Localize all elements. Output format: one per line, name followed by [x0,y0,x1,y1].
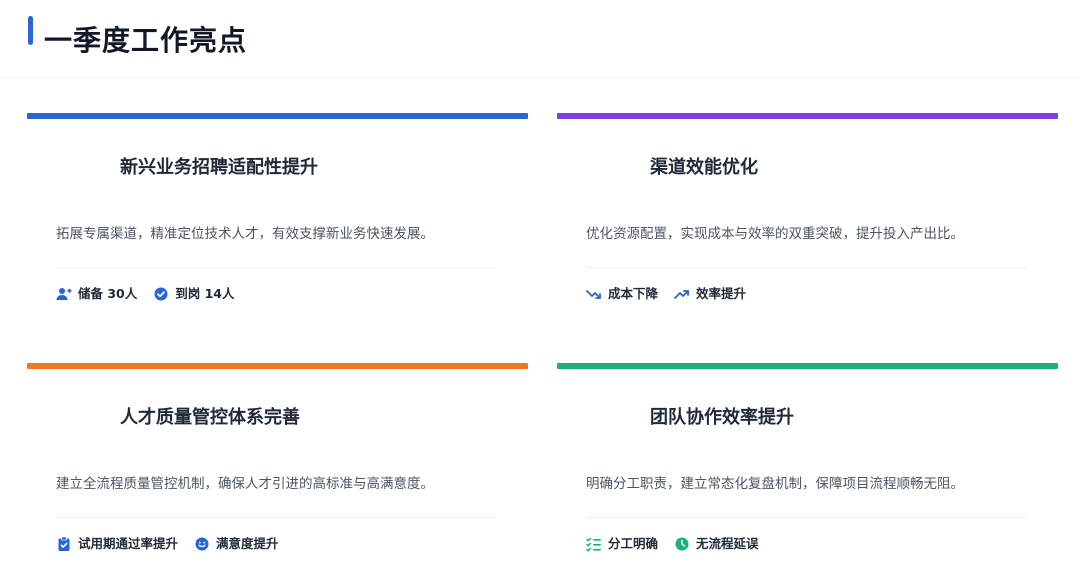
tag-label: 无流程延误 [696,536,759,551]
tag-label: 试用期通过率提升 [78,536,179,551]
page-header: 一季度工作亮点 [0,0,1080,78]
title-accent-bar [28,16,33,45]
card-divider [586,517,1026,518]
card-description: 明确分工职责，建立常态化复盘机制，保障项目流程顺畅无阻。 [586,476,964,492]
tag-efficiency-up: 效率提升 [674,285,746,303]
trending-up-icon [674,286,690,302]
tag-label: 效率提升 [696,286,747,301]
tag-onboard: 到岗 14人 [153,285,235,303]
card-description: 建立全流程质量管控机制，确保人才引进的高标准与高满意度。 [56,476,434,492]
smile-face-icon [194,536,210,552]
highlight-card-quality: 人才质量管控体系完善 建立全流程质量管控机制，确保人才引进的高标准与高满意度。 … [27,363,528,574]
clock-icon [674,536,690,552]
card-accent-bar [27,363,528,369]
page-title: 一季度工作亮点 [44,24,248,57]
user-add-icon [56,286,72,302]
card-accent-bar [557,113,1058,119]
card-tags: 分工明确 无流程延误 [586,535,775,553]
card-divider [56,517,496,518]
card-description: 优化资源配置，实现成本与效率的双重突破，提升投入产出比。 [586,226,964,242]
highlight-card-teamwork: 团队协作效率提升 明确分工职责，建立常态化复盘机制，保障项目流程顺畅无阻。 分工… [557,363,1058,574]
clipboard-check-icon [56,536,72,552]
tag-probation: 试用期通过率提升 [56,535,178,553]
card-title: 团队协作效率提升 [650,407,794,428]
tag-clear-division: 分工明确 [586,535,658,553]
tag-satisfaction: 满意度提升 [194,535,279,553]
card-tags: 试用期通过率提升 满意度提升 [56,535,295,553]
card-title: 人才质量管控体系完善 [120,407,300,428]
check-circle-icon [153,286,169,302]
card-divider [56,267,496,268]
card-description: 拓展专属渠道，精准定位技术人才，有效支撑新业务快速发展。 [56,226,434,242]
checklist-icon [586,536,602,552]
card-tags: 储备 30人 到岗 14人 [56,285,251,303]
card-title: 新兴业务招聘适配性提升 [120,157,318,178]
tag-reserve: 储备 30人 [56,285,137,303]
tag-label: 储备 30人 [78,286,138,301]
card-tags: 成本下降 效率提升 [586,285,762,303]
card-accent-bar [27,113,528,119]
tag-cost-down: 成本下降 [586,285,658,303]
tag-label: 成本下降 [608,286,659,301]
highlight-card-recruitment: 新兴业务招聘适配性提升 拓展专属渠道，精准定位技术人才，有效支撑新业务快速发展。… [27,113,528,323]
card-title: 渠道效能优化 [650,157,758,178]
tag-label: 到岗 14人 [175,286,235,301]
tag-label: 满意度提升 [216,536,279,551]
card-divider [586,267,1026,268]
tag-no-delay: 无流程延误 [674,535,759,553]
card-accent-bar [557,363,1058,369]
highlight-card-channel: 渠道效能优化 优化资源配置，实现成本与效率的双重突破，提升投入产出比。 成本下降… [557,113,1058,323]
trending-down-icon [586,286,602,302]
tag-label: 分工明确 [608,536,659,551]
